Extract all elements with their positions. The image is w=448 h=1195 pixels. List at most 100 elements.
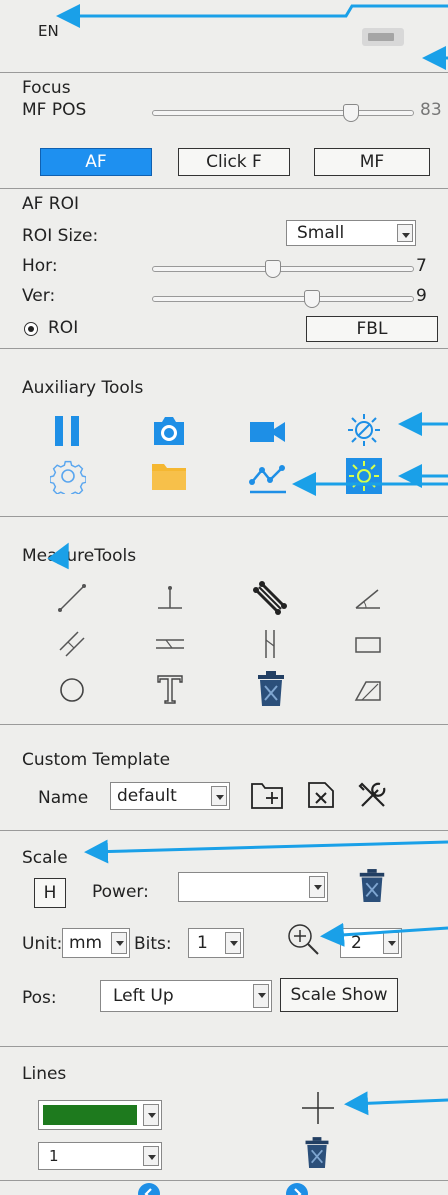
af-button[interactable]: AF	[40, 148, 152, 176]
angle-icon[interactable]	[352, 582, 384, 614]
zoom-select[interactable]: 2	[340, 928, 402, 958]
roi-radio-label: ROI	[48, 318, 79, 338]
chevron-left-icon	[144, 1188, 152, 1195]
zoom-in-icon[interactable]	[286, 922, 322, 958]
ver-slider[interactable]	[152, 290, 414, 308]
template-name-select[interactable]: default	[110, 782, 230, 810]
unit-value: mm	[69, 933, 103, 953]
trash-icon[interactable]	[302, 1136, 332, 1170]
chevron-right-icon	[294, 1188, 302, 1195]
af-roi-title: AF ROI	[22, 194, 80, 214]
trash-icon[interactable]	[254, 670, 288, 708]
power-label: Power:	[92, 882, 149, 902]
hor-slider-thumb[interactable]	[265, 260, 281, 278]
divider	[0, 348, 448, 349]
line-color-select[interactable]	[38, 1100, 162, 1130]
mf-pos-slider-thumb[interactable]	[343, 104, 359, 122]
zoom-value: 2	[351, 933, 362, 953]
hor-slider[interactable]	[152, 260, 414, 278]
bits-label: Bits:	[134, 934, 172, 954]
template-name-value: default	[117, 786, 177, 806]
video-icon[interactable]	[248, 418, 288, 446]
delete-file-icon[interactable]	[306, 780, 336, 810]
unit-label: Unit:	[22, 934, 63, 954]
language-label[interactable]: EN	[38, 22, 59, 40]
perpendicular-icon[interactable]	[154, 582, 186, 614]
roi-radio[interactable]	[24, 322, 38, 336]
h-button[interactable]: H	[34, 878, 66, 908]
trash-icon[interactable]	[356, 868, 388, 904]
circle-icon[interactable]	[56, 674, 88, 706]
lines-title: Lines	[22, 1064, 67, 1084]
roi-size-label: ROI Size:	[22, 226, 99, 246]
divider	[0, 724, 448, 725]
chevron-down-icon[interactable]	[383, 932, 399, 954]
camera-icon[interactable]	[150, 414, 188, 448]
line-width-select[interactable]: 1	[38, 1142, 162, 1170]
mf-pos-label: MF POS	[22, 100, 87, 120]
chevron-down-icon[interactable]	[397, 224, 413, 242]
ver-label: Ver:	[22, 286, 56, 306]
pause-icon[interactable]	[52, 414, 82, 448]
scale-title: Scale	[22, 848, 68, 868]
polygon-icon[interactable]	[352, 674, 384, 706]
ver-slider-thumb[interactable]	[304, 290, 320, 308]
chevron-down-icon[interactable]	[111, 932, 127, 954]
bits-value: 1	[197, 933, 208, 953]
chevron-down-icon[interactable]	[211, 786, 227, 806]
template-name-label: Name	[38, 788, 89, 808]
divider	[0, 1180, 448, 1181]
chevron-down-icon[interactable]	[253, 984, 269, 1008]
chevron-down-icon[interactable]	[309, 876, 325, 898]
prev-page-button[interactable]	[138, 1183, 160, 1195]
mf-pos-slider[interactable]	[152, 104, 414, 122]
divider	[0, 72, 448, 73]
horizontal-parallel-icon[interactable]	[154, 628, 186, 660]
divider	[0, 516, 448, 517]
focus-title: Focus	[22, 78, 71, 98]
pos-select[interactable]: Left Up	[100, 980, 272, 1012]
chevron-down-icon[interactable]	[225, 932, 241, 954]
chevron-down-icon[interactable]	[143, 1104, 159, 1126]
curve-icon[interactable]	[248, 460, 288, 496]
divider	[0, 188, 448, 189]
fbl-button[interactable]: FBL	[306, 316, 438, 342]
divider	[0, 830, 448, 831]
hor-label: Hor:	[22, 256, 58, 276]
mf-pos-value: 83	[420, 100, 442, 120]
auxiliary-tools-title: Auxiliary Tools	[22, 378, 144, 398]
line-color-swatch	[43, 1105, 137, 1125]
battery-icon	[362, 28, 404, 46]
power-select[interactable]	[178, 872, 328, 902]
settings-icon[interactable]	[50, 458, 86, 494]
new-folder-icon[interactable]	[250, 780, 284, 810]
exposure-icon[interactable]	[346, 412, 382, 448]
click-f-button[interactable]: Click F	[178, 148, 290, 176]
scale-show-button[interactable]: Scale Show	[280, 978, 398, 1012]
line-icon[interactable]	[56, 582, 88, 614]
divider	[0, 1046, 448, 1047]
roi-size-value: Small	[297, 223, 345, 243]
custom-template-title: Custom Template	[22, 750, 171, 770]
chevron-down-icon[interactable]	[143, 1146, 159, 1166]
tools-icon[interactable]	[356, 778, 390, 812]
ver-value: 9	[416, 286, 427, 306]
measure-tools-title: MeasureTools	[22, 546, 137, 566]
unit-select[interactable]: mm	[62, 928, 130, 958]
hor-value: 7	[416, 256, 427, 276]
parallel-line-icon[interactable]	[250, 578, 290, 618]
crosshair-icon[interactable]	[300, 1090, 336, 1126]
folder-icon[interactable]	[150, 460, 188, 492]
line-width-value: 1	[49, 1147, 59, 1165]
bits-select[interactable]: 1	[188, 928, 244, 958]
roi-size-select[interactable]: Small	[286, 220, 416, 246]
pos-value: Left Up	[113, 986, 174, 1006]
two-parallel-icon[interactable]	[56, 628, 88, 660]
mf-button[interactable]: MF	[314, 148, 430, 176]
text-icon[interactable]	[154, 672, 186, 706]
rectangle-icon[interactable]	[352, 628, 384, 660]
vertical-parallel-icon[interactable]	[254, 628, 286, 660]
white-balance-icon[interactable]	[346, 458, 382, 494]
next-page-button[interactable]	[286, 1183, 308, 1195]
pos-label: Pos:	[22, 988, 57, 1008]
